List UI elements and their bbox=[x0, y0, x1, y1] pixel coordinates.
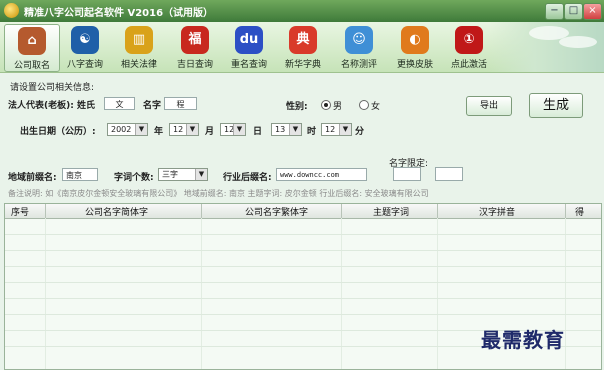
grid-row-line bbox=[5, 266, 601, 267]
minute-unit: 分 bbox=[355, 127, 365, 137]
toolbar-related-law[interactable]: ▥ 相关法律 bbox=[112, 24, 166, 70]
name-limit-input-1[interactable] bbox=[393, 167, 421, 181]
watermark-text: 最需教育 bbox=[481, 328, 565, 352]
scenery-decoration bbox=[489, 22, 604, 72]
book-icon: ▥ bbox=[125, 26, 153, 54]
month-value: 12 bbox=[173, 125, 184, 134]
col-header-theme[interactable]: 主题字词 bbox=[373, 205, 409, 218]
toolbar-label: 八字查询 bbox=[66, 60, 103, 70]
column-divider bbox=[201, 204, 202, 218]
toolbar-name-evaluation[interactable]: ☺ 名称测评 bbox=[332, 24, 386, 70]
toolbar-label: 点此激活 bbox=[450, 60, 487, 70]
gender-female-radio[interactable] bbox=[359, 100, 369, 110]
toolbar-label: 更换皮肤 bbox=[396, 60, 433, 70]
grid-row-line bbox=[5, 234, 601, 235]
hour-select[interactable]: 13 ▼ bbox=[271, 123, 302, 136]
note-text: 备注说明: 如《南京皮尔金顿安全玻璃有限公司》 地域前缀名: 南京 主题字词: … bbox=[8, 189, 429, 198]
word-count-select[interactable]: 三字 ▼ bbox=[158, 168, 208, 181]
toolbar-label: 相关法律 bbox=[120, 60, 157, 70]
minute-value: 12 bbox=[325, 125, 336, 134]
toolbar-label: 新华字典 bbox=[284, 60, 321, 70]
year-value: 2002 bbox=[111, 125, 132, 134]
month-select[interactable]: 12 ▼ bbox=[169, 123, 199, 136]
app-logo-icon bbox=[4, 3, 19, 18]
col-header-pinyin[interactable]: 汉字拼音 bbox=[479, 205, 515, 218]
chevron-down-icon: ▼ bbox=[233, 124, 245, 135]
export-button[interactable]: 导出 bbox=[466, 96, 512, 116]
column-divider bbox=[45, 204, 46, 218]
birth-date-label: 出生日期（公历）: bbox=[20, 127, 96, 137]
palette-icon: ◐ bbox=[401, 26, 429, 54]
month-unit: 月 bbox=[205, 127, 215, 137]
grid-row-line bbox=[5, 282, 601, 283]
company-info-form: 请设置公司相关信息: 法人代表(老板): 姓氏 文 名字 程 性别: 男 女 导… bbox=[0, 73, 604, 203]
chevron-down-icon: ▼ bbox=[195, 169, 207, 180]
region-input[interactable]: 南京 bbox=[62, 168, 98, 181]
column-divider bbox=[565, 204, 566, 218]
toolbar-label: 公司取名 bbox=[13, 61, 50, 71]
year-select[interactable]: 2002 ▼ bbox=[107, 123, 148, 136]
day-select[interactable]: 12 ▼ bbox=[220, 123, 246, 136]
minute-select[interactable]: 12 ▼ bbox=[321, 123, 352, 136]
hour-value: 13 bbox=[275, 125, 286, 134]
col-header-index[interactable]: 序号 bbox=[11, 205, 29, 218]
chevron-down-icon: ▼ bbox=[289, 124, 301, 135]
house-icon: ⌂ bbox=[18, 27, 46, 55]
toolbar-change-skin[interactable]: ◐ 更换皮肤 bbox=[388, 24, 442, 70]
gender-label: 性别: bbox=[286, 102, 308, 112]
column-divider bbox=[437, 204, 438, 218]
year-unit: 年 bbox=[154, 127, 164, 137]
gender-female-label: 女 bbox=[371, 102, 381, 112]
toolbar-activate[interactable]: ① 点此激活 bbox=[442, 24, 496, 70]
activate-icon: ① bbox=[455, 26, 483, 54]
app-window: 精准八字公司起名软件 V2016（试用版） − □ × ⌂ 公司取名 ☯ 八字查… bbox=[0, 0, 604, 370]
yin-yang-icon: ☯ bbox=[71, 26, 99, 54]
chevron-down-icon: ▼ bbox=[186, 124, 198, 135]
col-header-score[interactable]: 得 bbox=[575, 205, 584, 218]
window-title: 精准八字公司起名软件 V2016（试用版） bbox=[24, 8, 214, 19]
minimize-button[interactable]: − bbox=[545, 3, 564, 20]
toolbar-label: 名称测评 bbox=[340, 60, 377, 70]
toolbar-auspicious-day[interactable]: 福 吉日查询 bbox=[168, 24, 222, 70]
cartoon-face-icon: ☺ bbox=[345, 26, 373, 54]
legal-rep-label: 法人代表(老板): 姓氏 bbox=[8, 101, 95, 111]
close-button[interactable]: × bbox=[583, 3, 602, 20]
chevron-down-icon: ▼ bbox=[339, 124, 351, 135]
baidu-paw-icon: du bbox=[235, 26, 263, 54]
word-count-value: 三字 bbox=[162, 170, 178, 179]
maximize-button[interactable]: □ bbox=[564, 3, 583, 20]
section-title: 请设置公司相关信息: bbox=[10, 83, 95, 93]
toolbar-label: 重名查询 bbox=[230, 60, 267, 70]
title-bar: 精准八字公司起名软件 V2016（试用版） − □ × bbox=[0, 0, 604, 22]
hour-unit: 时 bbox=[307, 127, 317, 137]
lantern-icon: 福 bbox=[181, 26, 209, 54]
toolbar-bazi-query[interactable]: ☯ 八字查询 bbox=[58, 24, 112, 70]
toolbar-label: 吉日查询 bbox=[176, 60, 213, 70]
cloud-decoration bbox=[559, 36, 597, 48]
industry-input[interactable]: www.downcc.com bbox=[276, 168, 367, 181]
chevron-down-icon: ▼ bbox=[135, 124, 147, 135]
table-header: 序号 公司名字简体字 公司名字繁体字 主题字词 汉字拼音 得 bbox=[5, 204, 601, 219]
dictionary-icon: 典 bbox=[289, 26, 317, 54]
toolbar-xinhua-dictionary[interactable]: 典 新华字典 bbox=[276, 24, 330, 70]
name-limit-input-2[interactable] bbox=[435, 167, 463, 181]
grid-row-line bbox=[5, 314, 601, 315]
gender-male-radio[interactable] bbox=[321, 100, 331, 110]
grid-row-line bbox=[5, 298, 601, 299]
generate-button[interactable]: 生成 bbox=[529, 93, 583, 118]
day-unit: 日 bbox=[253, 127, 263, 137]
industry-label: 行业后缀名: bbox=[223, 173, 272, 183]
column-divider bbox=[341, 204, 342, 218]
region-label: 地域前缀名: bbox=[8, 173, 57, 183]
surname-input[interactable]: 文 bbox=[104, 97, 135, 110]
gender-male-label: 男 bbox=[333, 102, 343, 112]
given-name-input[interactable]: 程 bbox=[164, 97, 197, 110]
grid-row-line bbox=[5, 250, 601, 251]
word-count-label: 字词个数: bbox=[114, 173, 154, 183]
col-header-simplified[interactable]: 公司名字简体字 bbox=[85, 205, 148, 218]
col-header-traditional[interactable]: 公司名字繁体字 bbox=[245, 205, 308, 218]
toolbar-company-naming[interactable]: ⌂ 公司取名 bbox=[4, 24, 60, 72]
toolbar-duplicate-name[interactable]: du 重名查询 bbox=[222, 24, 276, 70]
given-name-label: 名字 bbox=[143, 101, 162, 111]
